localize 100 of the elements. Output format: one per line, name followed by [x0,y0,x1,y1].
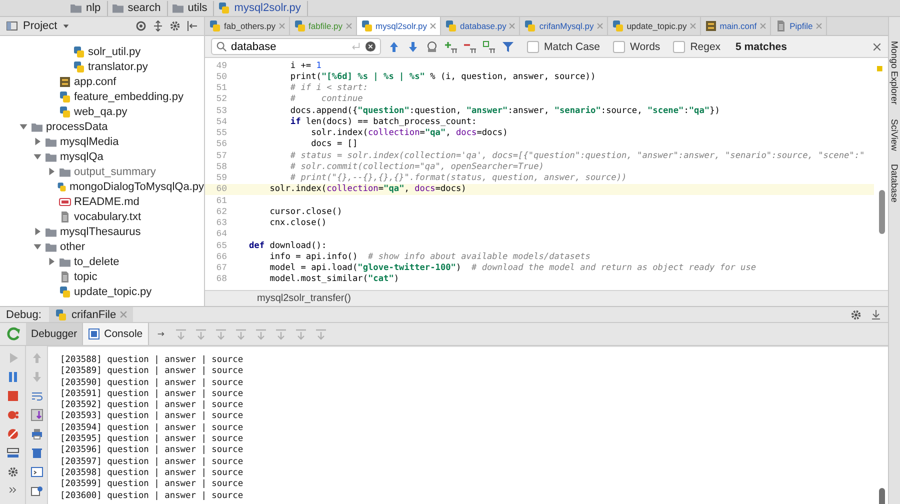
filter-icon[interactable] [502,40,514,52]
close-icon[interactable] [430,23,436,29]
more-icon[interactable] [8,485,18,495]
settings-icon[interactable] [169,20,181,32]
tree-item[interactable]: to_delete [74,256,120,268]
layout-icon[interactable] [6,447,18,459]
tree-item[interactable]: mysqlThesaurus [60,226,141,238]
checkbox-label: Regex [690,40,721,52]
inspection-status-icon [877,66,885,74]
collapse-arrow-icon[interactable] [32,152,42,161]
breadcrumb-item[interactable]: utils [188,2,208,14]
python-file-icon [524,20,536,32]
tree-item[interactable]: translator.py [88,60,148,72]
expand-arrow-icon[interactable] [46,167,56,176]
search-field[interactable]: database [211,38,381,55]
editor-tab[interactable]: Pipfile [770,17,827,35]
tree-item[interactable]: mysqlQa [60,150,104,162]
tool-window-button[interactable]: Database [890,164,900,203]
scrollbar-thumb[interactable] [879,190,885,234]
terminal-icon[interactable] [30,466,42,478]
tree-item[interactable]: topic [74,270,98,282]
mute-breakpoints-icon[interactable] [6,428,18,440]
editor-tab[interactable]: update_topic.py [608,17,701,35]
stop-icon[interactable] [6,390,18,402]
tree-item[interactable]: mongoDialogToMysqlQa.py [69,180,204,192]
tree-item[interactable]: README.md [74,196,140,208]
trash-icon[interactable] [30,447,42,459]
rerun-icon[interactable] [6,327,20,341]
editor-tab[interactable]: main.conf [700,17,771,35]
expand-arrow-icon[interactable] [46,257,56,266]
select-all-occurrences-icon[interactable] [483,40,495,52]
tree-item[interactable]: update_topic.py [74,286,152,298]
breakpoints-icon[interactable] [6,409,18,421]
scrollbar-thumb[interactable] [879,488,885,504]
tree-item[interactable]: output_summary [74,166,156,178]
console-line: [203598] question | answer | source [60,468,244,479]
checkbox[interactable] [613,40,626,52]
python-file-icon [59,286,71,298]
line-number: 63 [215,218,227,228]
session-tab[interactable]: crifanFile [49,307,134,322]
collapse-all-icon[interactable] [152,20,164,32]
line-number: 54 [215,116,227,127]
console-icon [88,328,100,340]
arrow-up-icon[interactable] [388,40,400,52]
arrow-down-icon[interactable] [407,40,419,52]
expand-arrow-icon[interactable] [32,227,42,236]
tool-window-button[interactable]: Mongo Explorer [890,41,900,105]
breadcrumb-item[interactable]: nlp [86,2,101,14]
hide-panel-icon[interactable] [186,20,198,32]
pause-icon[interactable] [6,371,18,383]
line-number: 51 [215,83,227,94]
tree-item[interactable]: other [60,240,86,252]
minimize-icon[interactable] [870,308,882,320]
editor-tab[interactable]: mysql2solr.py [356,17,442,35]
add-occurrence-icon[interactable] [445,40,457,52]
breadcrumb-item[interactable]: mysql2solr.py [234,2,301,14]
breadcrumb-item[interactable]: search [128,2,161,14]
code-line: # solr.commit(collection="qa", openSearcher=True) [289,162,544,172]
line-number: 53 [215,106,227,116]
tree-item[interactable]: solr_util.py [88,46,141,58]
tool-window-button[interactable]: SciView [890,118,900,150]
tree-item[interactable]: mysqlMedia [60,136,119,148]
debug-console-icon[interactable] [30,485,42,497]
search-input[interactable]: database [231,40,346,52]
tree-item[interactable]: feature_embedding.py [74,90,184,102]
code-line: solr.index(collection="qa", docs=docs) [268,184,466,194]
function-breadcrumb[interactable]: mysql2solr_transfer() [257,293,351,304]
folder-icon [45,136,57,148]
debug-tab[interactable]: Debugger [26,323,84,345]
checkbox[interactable] [527,40,539,52]
code-line: i += 1 [289,60,322,71]
collapse-arrow-icon[interactable] [32,242,42,251]
line-number: 68 [215,274,227,284]
target-icon[interactable] [135,20,147,32]
dropdown-caret-icon[interactable] [62,22,70,30]
settings-icon[interactable] [850,308,862,320]
collapse-arrow-icon[interactable] [18,122,28,131]
tree-item[interactable]: web_qa.py [74,106,128,118]
expand-arrow-icon[interactable] [32,137,42,146]
close-icon[interactable] [872,42,882,52]
folder-icon [45,150,57,162]
project-icon [6,20,18,32]
scroll-to-end-icon[interactable] [30,409,42,421]
print-icon[interactable] [30,428,42,440]
code-line: def download(): [249,240,327,251]
panel-title[interactable]: Project [23,20,58,32]
soft-wrap-icon[interactable] [30,390,42,402]
tree-item[interactable]: processData [46,120,108,132]
line-number: 52 [215,94,227,104]
debug-tab[interactable]: Console [83,323,149,345]
tree-item[interactable]: app.conf [74,76,116,88]
checkbox[interactable] [673,40,686,52]
line-number: 67 [215,263,227,274]
line-number: 65 [215,240,227,251]
tree-item[interactable]: vocabulary.txt [74,210,142,222]
python-file-icon [56,180,66,192]
clear-icon[interactable] [365,41,376,52]
line-number: 59 [215,173,227,184]
settings-icon[interactable] [6,466,18,478]
code-line: model.most_similar("cat") [268,274,400,284]
